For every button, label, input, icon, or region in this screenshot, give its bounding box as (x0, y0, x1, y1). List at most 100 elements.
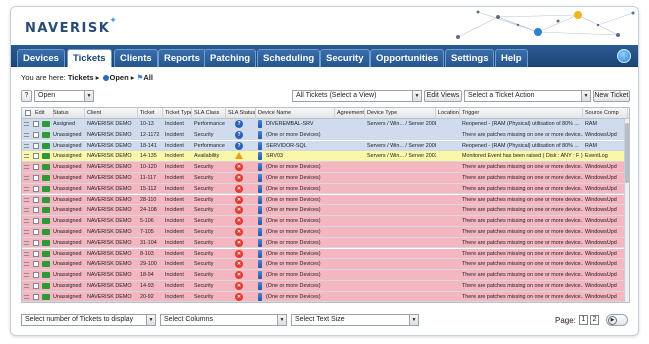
edit-ticket-icon[interactable] (42, 164, 50, 171)
edit-ticket-icon[interactable] (42, 185, 50, 192)
column-header-device-name[interactable]: Device Name (256, 108, 335, 119)
table-row[interactable]: Unassigned NAVERISK DEMO 7-105 Incident Secu… (22, 227, 629, 238)
table-row[interactable]: Unassigned NAVERISK DEMO 29-100 Incident Sec… (22, 259, 629, 270)
view-select[interactable]: All Tickets (Select a View) ▼ (292, 90, 422, 102)
drag-handle-icon[interactable] (24, 154, 29, 159)
edit-ticket-icon[interactable] (42, 153, 50, 160)
edit-ticket-icon[interactable] (42, 229, 50, 235)
table-row[interactable]: Unassigned NAVERISK DEMO 10-120 Incident Sec… (22, 162, 629, 173)
table-row[interactable]: Unassigned NAVERISK DEMO 5-106 Incident Secu… (22, 216, 629, 227)
drag-handle-icon[interactable] (24, 219, 29, 224)
tab-security[interactable]: Security (320, 49, 370, 67)
row-checkbox[interactable] (33, 142, 39, 149)
tab-help[interactable]: Help (495, 49, 528, 67)
drag-handle-icon[interactable] (24, 230, 29, 234)
table-row[interactable]: Unassigned NAVERISK DEMO 28-110 Incident Sec… (22, 194, 629, 206)
table-row[interactable]: Unassigned NAVERISK DEMO 14-135 Incident Ava… (22, 151, 629, 162)
edit-views-button[interactable]: Edit Views (424, 90, 462, 102)
row-checkbox[interactable] (33, 164, 39, 171)
edit-ticket-icon[interactable] (42, 207, 50, 214)
drag-handle-icon[interactable] (24, 176, 29, 180)
globe-help-icon[interactable] (617, 49, 631, 63)
drag-handle-icon[interactable] (24, 122, 29, 126)
tab-settings[interactable]: Settings (445, 49, 495, 67)
column-header-status[interactable]: Status (51, 108, 85, 119)
tab-clients[interactable]: Clients (114, 49, 158, 67)
drag-handle-icon[interactable] (24, 284, 29, 288)
tab-patching[interactable]: Patching (204, 49, 257, 67)
drag-handle-icon[interactable] (24, 186, 29, 191)
row-checkbox[interactable] (33, 196, 39, 203)
scrollbar-thumb[interactable] (625, 123, 629, 183)
page-1-button[interactable]: 1 (579, 315, 588, 325)
tab-devices[interactable]: Devices (17, 49, 65, 67)
column-header-source-comp[interactable]: Source Comp (583, 108, 628, 119)
row-checkbox[interactable] (33, 229, 39, 235)
table-row[interactable]: Unassigned NAVERISK DEMO 31-104 Incident Sec… (22, 237, 629, 249)
column-header-sla-class[interactable]: SLA Class (192, 108, 226, 119)
row-checkbox[interactable] (33, 185, 39, 192)
table-row[interactable]: Unassigned NAVERISK DEMO 24-108 Incident Sec… (22, 205, 629, 216)
row-checkbox[interactable] (33, 218, 39, 225)
column-header-client[interactable]: Client (85, 108, 138, 119)
edit-ticket-icon[interactable] (42, 293, 50, 300)
column-header-sla-status[interactable]: SLA Status (226, 108, 256, 119)
row-checkbox[interactable] (33, 250, 39, 257)
row-checkbox[interactable] (33, 131, 39, 138)
page-2-button[interactable]: 2 (590, 315, 599, 325)
table-row[interactable]: Unassigned NAVERISK DEMO 20-92 Incident Secu… (22, 291, 629, 302)
column-header-device-type[interactable]: Device Type (365, 108, 436, 119)
select-all-checkbox[interactable] (25, 110, 31, 116)
table-row[interactable]: Unassigned NAVERISK DEMO 12-1172 Incident Se… (22, 129, 629, 141)
edit-ticket-icon[interactable] (42, 250, 50, 257)
row-checkbox[interactable] (33, 153, 39, 160)
drag-handle-icon[interactable] (24, 165, 29, 170)
edit-ticket-icon[interactable] (42, 131, 50, 138)
edit-ticket-icon[interactable] (42, 261, 50, 268)
row-checkbox[interactable] (33, 121, 39, 127)
new-ticket-button[interactable]: New Ticket (593, 90, 630, 102)
breadcrumb-open[interactable]: Open (110, 73, 129, 82)
table-row[interactable]: Unassigned NAVERISK DEMO 14-93 Incident Secu… (22, 281, 629, 292)
edit-ticket-icon[interactable] (42, 272, 50, 279)
column-header-agreement[interactable]: Agreement (335, 108, 365, 119)
next-page-button[interactable]: ▶ (606, 314, 628, 326)
drag-handle-icon[interactable] (24, 294, 29, 299)
drag-handle-icon[interactable] (24, 132, 29, 137)
edit-ticket-icon[interactable] (42, 218, 50, 225)
row-checkbox[interactable] (33, 293, 39, 300)
row-checkbox[interactable] (33, 283, 39, 289)
ticket-action-select[interactable]: Select a Ticket Action ▼ (464, 90, 591, 102)
table-row[interactable]: Assigned NAVERISK DEMO 10-13 Incident Perfor… (22, 119, 629, 130)
breadcrumb-all[interactable]: All (143, 73, 153, 82)
select-columns-select[interactable]: Select Columns ▼ (160, 314, 287, 326)
edit-ticket-icon[interactable] (42, 175, 50, 181)
tickets-to-display-select[interactable]: Select number of Tickets to display ▼ (21, 314, 156, 326)
tab-opportunities[interactable]: Opportunities (370, 49, 445, 67)
table-row[interactable]: Unassigned NAVERISK DEMO 18-141 Incident Per… (22, 140, 629, 152)
edit-ticket-icon[interactable] (42, 142, 50, 149)
drag-handle-icon[interactable] (24, 240, 29, 245)
breadcrumb-tickets[interactable]: Tickets (68, 73, 94, 82)
row-checkbox[interactable] (33, 239, 39, 246)
drag-handle-icon[interactable] (24, 197, 29, 202)
tab-reports[interactable]: Reports (158, 49, 206, 67)
row-checkbox[interactable] (33, 261, 39, 268)
drag-handle-icon[interactable] (24, 273, 29, 278)
edit-ticket-icon[interactable] (42, 283, 50, 289)
text-size-select[interactable]: Select Text Size ▼ (291, 314, 419, 326)
column-header-ticket-type[interactable]: Ticket Type (163, 108, 192, 119)
drag-handle-icon[interactable] (24, 251, 29, 256)
edit-ticket-icon[interactable] (42, 239, 50, 246)
help-button[interactable]: ? (21, 90, 32, 102)
tab-scheduling[interactable]: Scheduling (257, 49, 321, 67)
edit-ticket-icon[interactable] (42, 196, 50, 203)
row-checkbox[interactable] (33, 272, 39, 279)
table-row[interactable]: Unassigned NAVERISK DEMO 18-94 Incident Secu… (22, 270, 629, 281)
drag-handle-icon[interactable] (24, 262, 29, 267)
column-header-ticket[interactable]: Ticket (138, 108, 163, 119)
column-header-trigger[interactable]: Trigger (460, 108, 583, 119)
row-checkbox[interactable] (33, 207, 39, 214)
column-header-location[interactable]: Location (436, 108, 460, 119)
edit-ticket-icon[interactable] (42, 121, 50, 127)
